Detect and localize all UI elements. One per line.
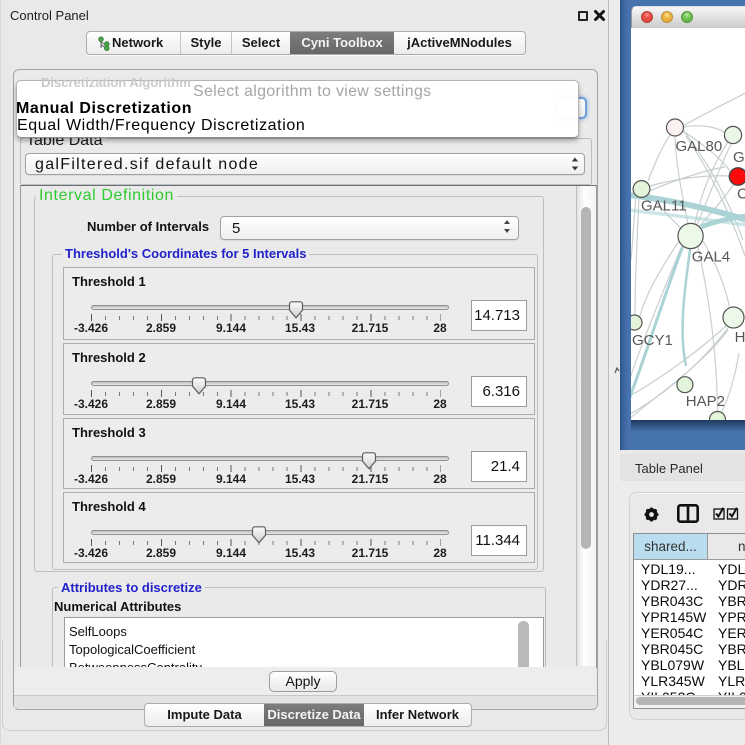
svg-text:GAL80: GAL80 — [676, 138, 723, 155]
svg-text:C: C — [737, 186, 745, 203]
svg-text:HAP2: HAP2 — [686, 393, 725, 410]
svg-text:H: H — [735, 329, 745, 346]
svg-text:GAL4: GAL4 — [692, 249, 730, 266]
svg-text:GCY1: GCY1 — [632, 332, 673, 349]
svg-text:GA: GA — [733, 149, 745, 166]
svg-text:GAL11: GAL11 — [641, 198, 687, 215]
